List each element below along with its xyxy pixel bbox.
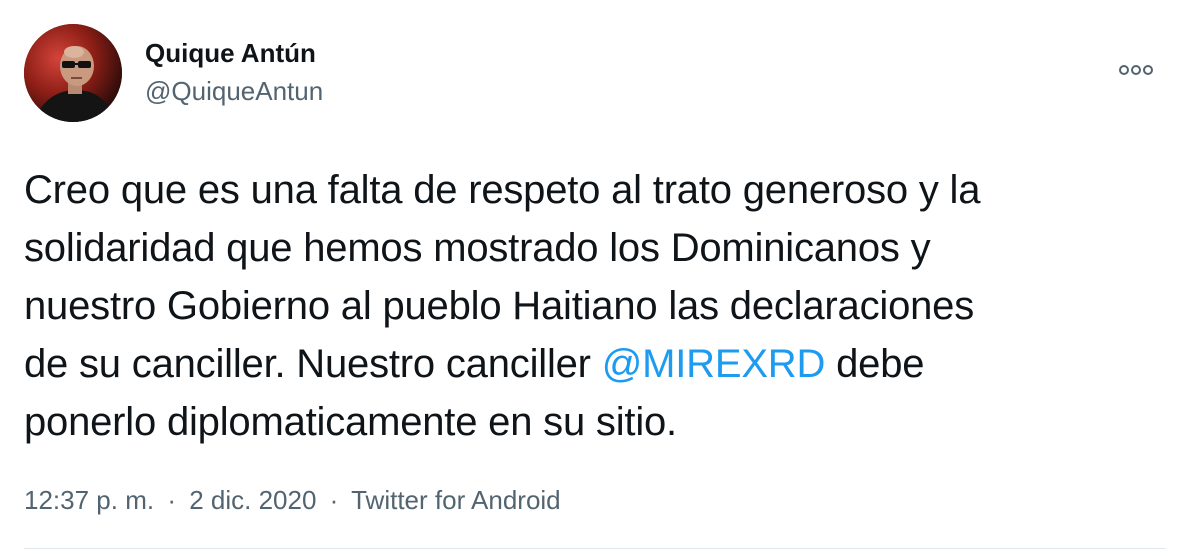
tweet-date[interactable]: 2 dic. 2020 [189,485,316,515]
tweet-line: solidaridad que hemos mostrado los Domin… [24,226,931,270]
tweet-line: Creo que es una falta de respeto al trat… [24,168,981,212]
more-options-button[interactable] [1116,58,1156,82]
author-name[interactable]: Quique Antún [145,38,316,68]
more-options-icon [1119,65,1153,75]
separator: · [329,485,339,515]
tweet-text-segment: debe [825,342,925,386]
tweet-line: nuestro Gobierno al pueblo Haitiano las … [24,284,975,328]
tweet-time[interactable]: 12:37 p. m. [24,485,154,515]
divider [24,548,1166,549]
separator: · [167,485,176,515]
avatar[interactable] [24,24,122,122]
avatar-photo [24,24,122,122]
tweet-card: Quique Antún @QuiqueAntun Creo que es un… [0,0,1190,556]
author-handle[interactable]: @QuiqueAntun [145,76,323,106]
tweet-text-segment: de su canciller. Nuestro canciller [24,342,602,386]
tweet-source[interactable]: Twitter for Android [351,485,561,515]
tweet-line: de su canciller. Nuestro canciller @MIRE… [24,335,1164,393]
tweet-text: Creo que es una falta de respeto al trat… [24,161,1164,451]
mention-link[interactable]: @MIREXRD [602,342,826,386]
tweet-line: ponerlo diplomaticamente en su sitio. [24,400,677,444]
tweet-metadata: 12:37 p. m. · 2 dic. 2020 · Twitter for … [24,484,561,516]
